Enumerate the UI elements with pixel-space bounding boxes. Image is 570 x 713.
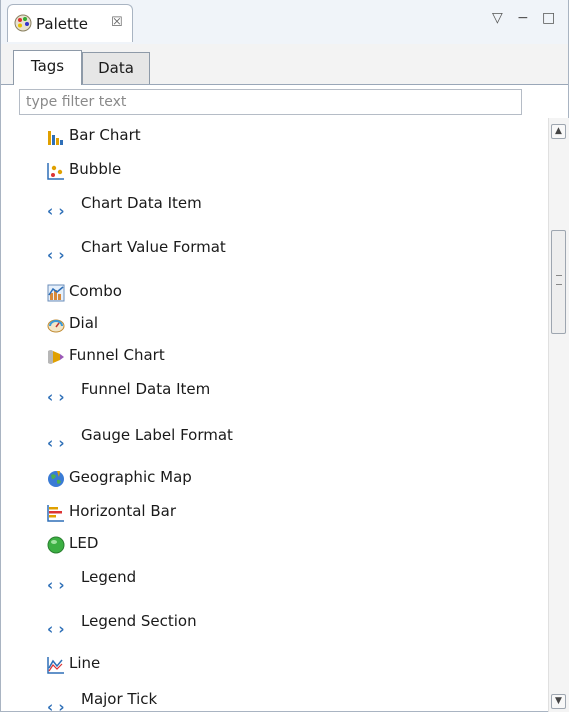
vertical-scrollbar[interactable]: ▲ ▼ bbox=[548, 118, 569, 712]
item-label: Gauge Label Format bbox=[81, 426, 233, 444]
item-label: Funnel Chart bbox=[69, 346, 165, 364]
palette-view-tab[interactable]: Palette ☒ bbox=[7, 4, 133, 42]
item-label: Bar Chart bbox=[69, 126, 141, 144]
item-label: Legend Section bbox=[81, 612, 197, 630]
item-label: Line bbox=[69, 654, 101, 672]
item-label: Bubble bbox=[69, 160, 122, 178]
combo-chart-icon bbox=[47, 284, 65, 302]
grip-icon bbox=[556, 275, 562, 285]
item-label: Horizontal Bar bbox=[69, 502, 177, 520]
item-label: Chart Data Item bbox=[81, 194, 202, 212]
item-label: Legend bbox=[81, 568, 137, 586]
tag-icon: ‹ › bbox=[47, 246, 65, 264]
scroll-thumb[interactable] bbox=[551, 230, 566, 334]
item-label: LED bbox=[69, 534, 99, 552]
view-title: Palette bbox=[36, 15, 88, 33]
item-label: Geographic Map bbox=[69, 468, 192, 486]
tab-data[interactable]: Data bbox=[82, 52, 150, 84]
item-label: Chart Value Format bbox=[81, 238, 226, 256]
led-icon bbox=[47, 536, 65, 554]
globe-icon bbox=[47, 470, 65, 488]
item-label: Combo bbox=[69, 282, 122, 300]
scroll-down-button[interactable]: ▼ bbox=[551, 694, 566, 709]
scroll-up-button[interactable]: ▲ bbox=[551, 124, 566, 139]
item-label: Funnel Data Item bbox=[81, 380, 211, 398]
tag-icon: ‹ › bbox=[47, 434, 65, 452]
view-menu-icon[interactable]: ▽ bbox=[492, 10, 503, 26]
tag-icon: ‹ › bbox=[47, 202, 65, 220]
palette-item-list: Bar Chart Bubble ‹ › Chart Data Item ‹ ›… bbox=[1, 118, 541, 712]
maximize-icon[interactable]: □ bbox=[542, 10, 555, 26]
view-header: Palette ☒ ▽ − □ bbox=[1, 0, 568, 45]
line-chart-icon bbox=[47, 656, 65, 674]
horizontal-bar-icon bbox=[47, 504, 65, 522]
item-label: Dial bbox=[69, 314, 99, 332]
palette-view: Palette ☒ ▽ − □ Tags Data Bar Chart bbox=[0, 0, 569, 712]
tag-icon: ‹ › bbox=[47, 576, 65, 594]
tab-tags[interactable]: Tags bbox=[13, 50, 82, 85]
bar-chart-icon bbox=[47, 128, 65, 146]
palette-tabs: Tags Data bbox=[1, 44, 568, 85]
bubble-icon bbox=[47, 162, 65, 180]
palette-icon bbox=[14, 14, 32, 32]
funnel-icon bbox=[47, 348, 65, 366]
tag-icon: ‹ › bbox=[47, 698, 65, 712]
dial-icon bbox=[47, 316, 65, 334]
minimize-icon[interactable]: − bbox=[517, 10, 529, 26]
close-icon[interactable]: ☒ bbox=[111, 15, 123, 30]
tag-icon: ‹ › bbox=[47, 388, 65, 406]
filter-input[interactable] bbox=[19, 89, 522, 115]
tag-icon: ‹ › bbox=[47, 620, 65, 638]
item-label: Major Tick bbox=[81, 690, 158, 708]
